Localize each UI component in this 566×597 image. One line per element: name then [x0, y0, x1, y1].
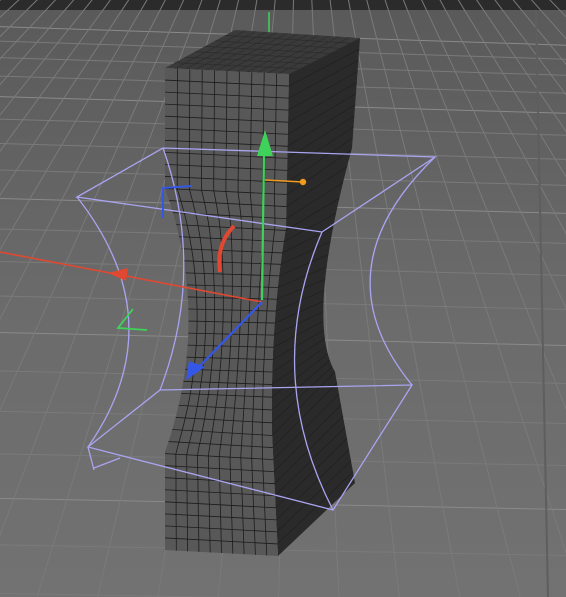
- viewport-canvas[interactable]: [0, 0, 566, 597]
- 3d-viewport[interactable]: [0, 0, 566, 597]
- scale-handle-dot[interactable]: [299, 178, 307, 186]
